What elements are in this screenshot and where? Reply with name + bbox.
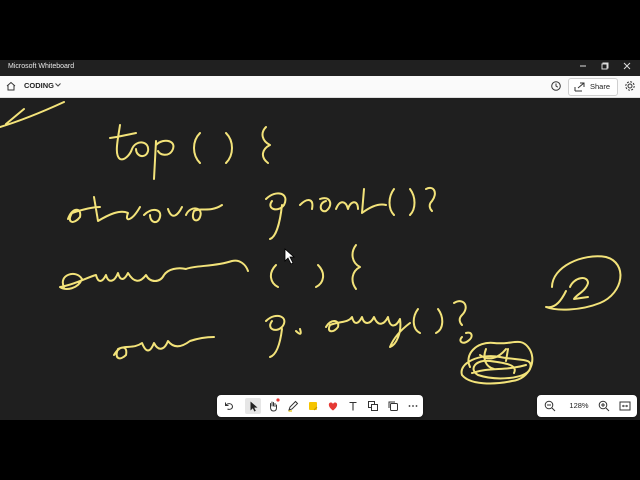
sticky-note-icon	[309, 402, 318, 411]
pen-tool[interactable]	[285, 398, 301, 414]
cursor-arrow-icon	[250, 401, 258, 412]
window-title: Microsoft Whiteboard	[8, 63, 75, 70]
text-tool[interactable]	[345, 398, 361, 414]
minimize-icon	[580, 65, 586, 67]
circled-number-two	[545, 255, 622, 311]
mouse-cursor	[284, 248, 296, 265]
zoom-controls: 128%	[537, 395, 637, 417]
whiteboard-window: Microsoft Whiteboard CODING Share 128%	[0, 60, 640, 420]
copy-icon	[388, 401, 398, 411]
share-button[interactable]: Share	[568, 78, 618, 96]
shapes-icon	[368, 401, 378, 411]
ink-line-2	[67, 187, 436, 240]
chevron-down-icon[interactable]	[54, 81, 62, 89]
maximize-icon	[601, 62, 609, 70]
zoom-out-icon[interactable]	[543, 399, 557, 413]
fit-to-screen-icon[interactable]	[618, 399, 632, 413]
home-icon[interactable]	[5, 80, 17, 92]
zoom-in-icon[interactable]	[597, 399, 611, 413]
maximize-button[interactable]	[594, 61, 616, 75]
undo-icon	[225, 402, 234, 410]
templates-tool[interactable]	[385, 398, 401, 414]
pen-icon	[288, 400, 299, 412]
close-button[interactable]	[616, 61, 638, 75]
board-name[interactable]: CODING	[24, 81, 54, 90]
close-icon	[623, 62, 631, 70]
select-tool[interactable]	[245, 398, 261, 414]
more-button[interactable]	[405, 398, 421, 414]
active-dot-icon	[276, 398, 280, 402]
more-icon	[408, 405, 418, 407]
minimize-button[interactable]	[572, 61, 594, 75]
bottom-toolbar	[217, 395, 423, 417]
settings-icon[interactable]	[624, 80, 636, 92]
reactions-tool[interactable]	[325, 398, 341, 414]
zoom-level[interactable]: 128%	[567, 401, 591, 410]
share-icon	[574, 82, 585, 92]
heart-icon	[328, 402, 338, 411]
history-icon[interactable]	[550, 80, 562, 92]
ink-line-4	[113, 300, 473, 360]
title-bar: Microsoft Whiteboard	[0, 60, 640, 76]
hand-tool[interactable]	[265, 398, 281, 414]
ink-line-1	[109, 124, 271, 180]
text-icon	[349, 401, 357, 411]
scribbled-mark	[460, 340, 534, 385]
shapes-tool[interactable]	[365, 398, 381, 414]
share-label: Share	[590, 82, 611, 91]
highlighter-tool[interactable]	[305, 398, 321, 414]
undo-button[interactable]	[221, 398, 237, 414]
app-bar: CODING Share	[0, 76, 640, 98]
ink-stroke-corner	[0, 101, 65, 128]
whiteboard-canvas[interactable]	[0, 97, 640, 420]
ink-line-3	[59, 244, 361, 290]
